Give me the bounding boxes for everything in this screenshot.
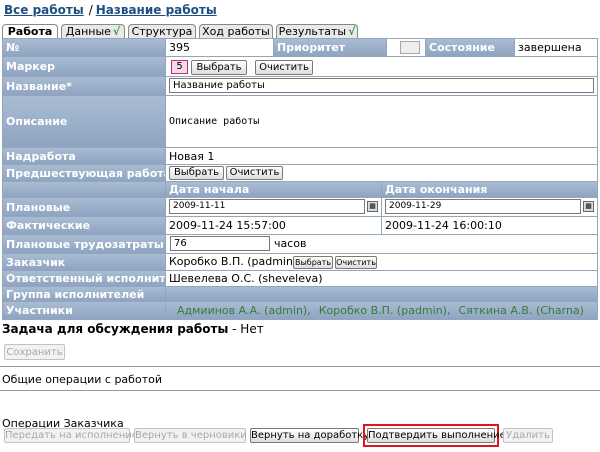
marker-select-button[interactable]: Выбрать xyxy=(191,60,247,75)
responsible-value: Шевелева О.С. (sheveleva) xyxy=(166,271,597,286)
planned-end-input[interactable]: 2009-11-29 xyxy=(385,199,581,214)
start-date-header: Дата начала xyxy=(166,182,381,197)
name-input[interactable]: Название работы xyxy=(169,78,594,93)
divider xyxy=(0,390,600,391)
tab-progress[interactable]: Ход работы xyxy=(199,24,273,39)
participant-link[interactable]: Адмиинов А.А. (admin), xyxy=(177,304,311,317)
breadcrumb-current-link[interactable]: Название работы xyxy=(96,3,217,17)
participant-link[interactable]: Коробко В.П. (padmin), xyxy=(319,304,451,317)
tab-data[interactable]: Данные √ xyxy=(61,24,125,39)
predecessor-select-button[interactable]: Выбрать xyxy=(169,166,224,180)
description-label: Описание xyxy=(3,96,165,147)
discussion-value: - Нет xyxy=(232,322,264,336)
state-value: завершена xyxy=(515,39,597,56)
check-icon: √ xyxy=(348,25,356,38)
name-label: Название* xyxy=(3,77,165,95)
parent-value: Новая 1 xyxy=(166,148,597,164)
planned-start-input[interactable]: 2009-11-11 xyxy=(169,199,365,214)
divider xyxy=(0,366,600,367)
participants-label: Участники xyxy=(3,302,165,319)
common-ops-title: Общие операции с работой xyxy=(2,373,162,386)
tab-work-label: Работа xyxy=(7,25,53,38)
tab-results[interactable]: Результаты √ xyxy=(276,24,358,39)
participant-link[interactable]: Сяткина А.В. (Charna) xyxy=(458,304,584,317)
breadcrumb: Все работы / Название работы xyxy=(4,3,217,19)
customer-cell: Коробко В.П. (padmin) Выбрать Очистить xyxy=(166,254,597,270)
marker-cell: 5 Выбрать Очистить xyxy=(166,57,597,76)
marker-clear-button[interactable]: Очистить xyxy=(255,60,313,75)
discussion-line: Задача для обсуждения работы - Нет xyxy=(2,322,264,336)
group-label: Группа исполнителей xyxy=(3,287,165,301)
actual-label: Фактические xyxy=(3,217,165,234)
group-value xyxy=(166,287,597,301)
tab-data-label: Данные xyxy=(65,25,111,38)
customer-clear-button[interactable]: Очистить xyxy=(335,256,377,269)
participants-list: Адмиинов А.А. (admin), Коробко В.П. (pad… xyxy=(166,302,597,319)
responsible-label: Ответственный исполнитель xyxy=(3,271,165,286)
planned-start-cell: 2009-11-11 ▦ xyxy=(166,198,381,216)
description-textarea[interactable]: Описание работы xyxy=(166,96,597,147)
customer-value: Коробко В.П. (padmin) xyxy=(169,255,298,268)
marker-label: Маркер xyxy=(3,57,165,76)
discussion-label: Задача для обсуждения работы xyxy=(2,322,229,336)
date-header-blank xyxy=(3,182,165,197)
delete-button[interactable]: Удалить xyxy=(503,428,553,443)
calendar-icon[interactable]: ▦ xyxy=(583,201,594,212)
planned-end-cell: 2009-11-29 ▦ xyxy=(382,198,597,216)
customer-label: Заказчик xyxy=(3,254,165,270)
actual-start-value: 2009-11-24 15:57:00 xyxy=(166,217,381,234)
customer-select-button[interactable]: Выбрать xyxy=(293,256,333,269)
parent-label: Надработа xyxy=(3,148,165,164)
priority-select[interactable] xyxy=(400,41,420,54)
save-button[interactable]: Сохранить xyxy=(4,344,65,360)
transfer-button[interactable]: Передать на исполнение xyxy=(4,428,138,443)
tab-progress-label: Ход работы xyxy=(202,25,270,38)
tab-structure[interactable]: Структура xyxy=(128,24,196,39)
state-label: Состояние xyxy=(426,39,514,56)
predecessor-label: Предшествующая работа xyxy=(3,165,165,181)
planned-label: Плановые xyxy=(3,198,165,216)
breadcrumb-all-works-link[interactable]: Все работы xyxy=(4,3,84,17)
breadcrumb-separator: / xyxy=(88,3,93,17)
check-icon: √ xyxy=(112,25,121,38)
return-rework-button[interactable]: Вернуть на доработку xyxy=(250,428,369,443)
number-label: № xyxy=(3,39,165,56)
effort-unit: часов xyxy=(274,237,307,250)
tab-structure-label: Структура xyxy=(131,25,193,38)
planned-effort-cell: 76 часов xyxy=(166,235,597,253)
calendar-icon[interactable]: ▦ xyxy=(367,201,378,212)
name-cell: Название работы xyxy=(166,77,597,95)
return-draft-button[interactable]: Вернуть в черновики xyxy=(134,428,247,443)
work-form-table: № 395 Приоритет Состояние завершена Марк… xyxy=(2,38,598,320)
actual-end-value: 2009-11-24 16:00:10 xyxy=(382,217,597,234)
end-date-header: Дата окончания xyxy=(382,182,597,197)
predecessor-clear-button[interactable]: Очистить xyxy=(226,166,283,180)
number-value: 395 xyxy=(166,39,273,56)
priority-label: Приоритет xyxy=(274,39,386,56)
confirm-completion-button[interactable]: Подтвердить выполнение xyxy=(367,428,506,443)
priority-cell xyxy=(387,39,425,56)
predecessor-cell: Выбрать Очистить xyxy=(166,165,597,181)
tab-results-label: Результаты xyxy=(278,25,347,38)
planned-effort-input[interactable]: 76 xyxy=(170,236,270,251)
planned-effort-label: Плановые трудозатраты xyxy=(3,235,165,253)
marker-swatch[interactable]: 5 xyxy=(171,60,188,74)
